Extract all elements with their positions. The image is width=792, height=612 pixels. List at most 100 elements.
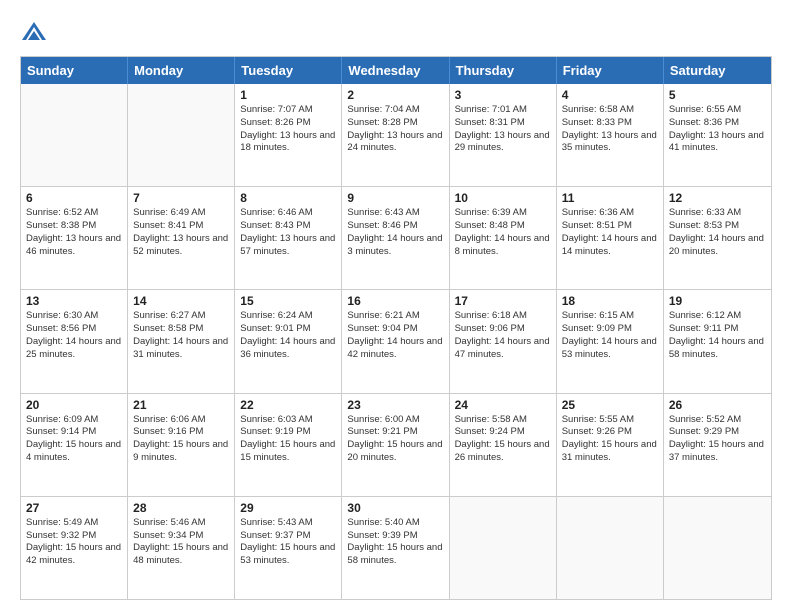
day-info: Sunrise: 6:58 AM Sunset: 8:33 PM Dayligh… <box>562 104 658 155</box>
calendar-cell-r2c6: 19 Sunrise: 6:12 AM Sunset: 9:11 PM Dayli… <box>664 290 771 392</box>
calendar-cell-r0c3: 2 Sunrise: 7:04 AM Sunset: 8:28 PM Daylig… <box>342 84 449 186</box>
day-info: Sunrise: 6:49 AM Sunset: 8:41 PM Dayligh… <box>133 207 229 258</box>
calendar-cell-r2c0: 13 Sunrise: 6:30 AM Sunset: 8:56 PM Dayli… <box>21 290 128 392</box>
day-info: Sunrise: 5:43 AM Sunset: 9:37 PM Dayligh… <box>240 517 336 568</box>
day-number: 12 <box>669 191 766 205</box>
day-number: 2 <box>347 88 443 102</box>
calendar-cell-r2c2: 15Sunrise: 6:24 AM Sunset: 9:01 PM Dayli… <box>235 290 342 392</box>
day-number: 17 <box>455 294 551 308</box>
day-number: 3 <box>455 88 551 102</box>
day-number: 9 <box>347 191 443 205</box>
day-info: Sunrise: 5:46 AM Sunset: 9:34 PM Dayligh… <box>133 517 229 568</box>
day-number: 28 <box>133 501 229 515</box>
day-info: Sunrise: 7:01 AM Sunset: 8:31 PM Dayligh… <box>455 104 551 155</box>
calendar-cell-r0c4: 3 Sunrise: 7:01 AM Sunset: 8:31 PM Daylig… <box>450 84 557 186</box>
day-info: Sunrise: 6:03 AM Sunset: 9:19 PM Dayligh… <box>240 414 336 465</box>
calendar-cell-r3c0: 20 Sunrise: 6:09 AM Sunset: 9:14 PM Dayli… <box>21 394 128 496</box>
day-info: Sunrise: 5:40 AM Sunset: 9:39 PM Dayligh… <box>347 517 443 568</box>
calendar-cell-r0c1 <box>128 84 235 186</box>
day-info: Sunrise: 7:07 AM Sunset: 8:26 PM Dayligh… <box>240 104 336 155</box>
page: SundayMondayTuesdayWednesdayThursdayFrid… <box>0 0 792 612</box>
calendar-cell-r3c2: 22 Sunrise: 6:03 AM Sunset: 9:19 PM Dayli… <box>235 394 342 496</box>
logo-icon <box>20 18 48 46</box>
calendar-cell-r2c3: 16 Sunrise: 6:21 AM Sunset: 9:04 PM Dayli… <box>342 290 449 392</box>
calendar-cell-r1c0: 6 Sunrise: 6:52 AM Sunset: 8:38 PM Daylig… <box>21 187 128 289</box>
day-info: Sunrise: 6:12 AM Sunset: 9:11 PM Dayligh… <box>669 310 766 361</box>
calendar-body: 1 Sunrise: 7:07 AM Sunset: 8:26 PM Daylig… <box>21 84 771 599</box>
calendar-cell-r3c1: 21Sunrise: 6:06 AM Sunset: 9:16 PM Dayli… <box>128 394 235 496</box>
day-number: 4 <box>562 88 658 102</box>
calendar-cell-r1c2: 8 Sunrise: 6:46 AM Sunset: 8:43 PM Daylig… <box>235 187 342 289</box>
day-number: 5 <box>669 88 766 102</box>
day-info: Sunrise: 6:30 AM Sunset: 8:56 PM Dayligh… <box>26 310 122 361</box>
day-number: 19 <box>669 294 766 308</box>
day-info: Sunrise: 5:49 AM Sunset: 9:32 PM Dayligh… <box>26 517 122 568</box>
day-info: Sunrise: 5:55 AM Sunset: 9:26 PM Dayligh… <box>562 414 658 465</box>
day-number: 30 <box>347 501 443 515</box>
header-day-sunday: Sunday <box>21 57 128 84</box>
calendar-cell-r0c6: 5 Sunrise: 6:55 AM Sunset: 8:36 PM Daylig… <box>664 84 771 186</box>
header-day-thursday: Thursday <box>450 57 557 84</box>
day-info: Sunrise: 6:33 AM Sunset: 8:53 PM Dayligh… <box>669 207 766 258</box>
calendar-cell-r4c6 <box>664 497 771 599</box>
calendar-cell-r0c2: 1 Sunrise: 7:07 AM Sunset: 8:26 PM Daylig… <box>235 84 342 186</box>
day-number: 27 <box>26 501 122 515</box>
header-day-tuesday: Tuesday <box>235 57 342 84</box>
day-number: 11 <box>562 191 658 205</box>
day-info: Sunrise: 6:18 AM Sunset: 9:06 PM Dayligh… <box>455 310 551 361</box>
day-info: Sunrise: 6:15 AM Sunset: 9:09 PM Dayligh… <box>562 310 658 361</box>
calendar-cell-r1c5: 11 Sunrise: 6:36 AM Sunset: 8:51 PM Dayli… <box>557 187 664 289</box>
day-number: 24 <box>455 398 551 412</box>
calendar-cell-r1c3: 9Sunrise: 6:43 AM Sunset: 8:46 PM Daylig… <box>342 187 449 289</box>
calendar-header: SundayMondayTuesdayWednesdayThursdayFrid… <box>21 57 771 84</box>
calendar: SundayMondayTuesdayWednesdayThursdayFrid… <box>20 56 772 600</box>
day-number: 16 <box>347 294 443 308</box>
header-day-friday: Friday <box>557 57 664 84</box>
calendar-cell-r3c5: 25 Sunrise: 5:55 AM Sunset: 9:26 PM Dayli… <box>557 394 664 496</box>
calendar-cell-r4c0: 27 Sunrise: 5:49 AM Sunset: 9:32 PM Dayli… <box>21 497 128 599</box>
calendar-cell-r4c2: 29 Sunrise: 5:43 AM Sunset: 9:37 PM Dayli… <box>235 497 342 599</box>
day-info: Sunrise: 6:52 AM Sunset: 8:38 PM Dayligh… <box>26 207 122 258</box>
day-info: Sunrise: 6:55 AM Sunset: 8:36 PM Dayligh… <box>669 104 766 155</box>
calendar-cell-r4c5 <box>557 497 664 599</box>
day-number: 8 <box>240 191 336 205</box>
calendar-cell-r2c4: 17 Sunrise: 6:18 AM Sunset: 9:06 PM Dayli… <box>450 290 557 392</box>
day-number: 22 <box>240 398 336 412</box>
day-info: Sunrise: 6:21 AM Sunset: 9:04 PM Dayligh… <box>347 310 443 361</box>
day-number: 6 <box>26 191 122 205</box>
calendar-cell-r0c5: 4 Sunrise: 6:58 AM Sunset: 8:33 PM Daylig… <box>557 84 664 186</box>
header-day-monday: Monday <box>128 57 235 84</box>
day-number: 13 <box>26 294 122 308</box>
day-number: 1 <box>240 88 336 102</box>
day-number: 26 <box>669 398 766 412</box>
calendar-row-0: 1 Sunrise: 7:07 AM Sunset: 8:26 PM Daylig… <box>21 84 771 186</box>
calendar-cell-r4c1: 28 Sunrise: 5:46 AM Sunset: 9:34 PM Dayli… <box>128 497 235 599</box>
day-info: Sunrise: 6:09 AM Sunset: 9:14 PM Dayligh… <box>26 414 122 465</box>
day-number: 25 <box>562 398 658 412</box>
day-info: Sunrise: 6:46 AM Sunset: 8:43 PM Dayligh… <box>240 207 336 258</box>
calendar-cell-r1c4: 10 Sunrise: 6:39 AM Sunset: 8:48 PM Dayli… <box>450 187 557 289</box>
day-number: 21 <box>133 398 229 412</box>
day-number: 10 <box>455 191 551 205</box>
calendar-cell-r3c4: 24 Sunrise: 5:58 AM Sunset: 9:24 PM Dayli… <box>450 394 557 496</box>
calendar-cell-r1c1: 7Sunrise: 6:49 AM Sunset: 8:41 PM Daylig… <box>128 187 235 289</box>
day-number: 20 <box>26 398 122 412</box>
day-info: Sunrise: 7:04 AM Sunset: 8:28 PM Dayligh… <box>347 104 443 155</box>
day-number: 23 <box>347 398 443 412</box>
day-info: Sunrise: 5:52 AM Sunset: 9:29 PM Dayligh… <box>669 414 766 465</box>
calendar-cell-r4c4 <box>450 497 557 599</box>
calendar-row-4: 27 Sunrise: 5:49 AM Sunset: 9:32 PM Dayli… <box>21 496 771 599</box>
calendar-cell-r4c3: 30 Sunrise: 5:40 AM Sunset: 9:39 PM Dayli… <box>342 497 449 599</box>
day-number: 15 <box>240 294 336 308</box>
day-number: 29 <box>240 501 336 515</box>
calendar-cell-r0c0 <box>21 84 128 186</box>
day-info: Sunrise: 6:00 AM Sunset: 9:21 PM Dayligh… <box>347 414 443 465</box>
day-info: Sunrise: 6:39 AM Sunset: 8:48 PM Dayligh… <box>455 207 551 258</box>
header-day-saturday: Saturday <box>664 57 771 84</box>
day-info: Sunrise: 6:36 AM Sunset: 8:51 PM Dayligh… <box>562 207 658 258</box>
calendar-cell-r2c5: 18Sunrise: 6:15 AM Sunset: 9:09 PM Dayli… <box>557 290 664 392</box>
header <box>20 18 772 46</box>
day-info: Sunrise: 5:58 AM Sunset: 9:24 PM Dayligh… <box>455 414 551 465</box>
day-info: Sunrise: 6:27 AM Sunset: 8:58 PM Dayligh… <box>133 310 229 361</box>
calendar-row-2: 13 Sunrise: 6:30 AM Sunset: 8:56 PM Dayli… <box>21 289 771 392</box>
